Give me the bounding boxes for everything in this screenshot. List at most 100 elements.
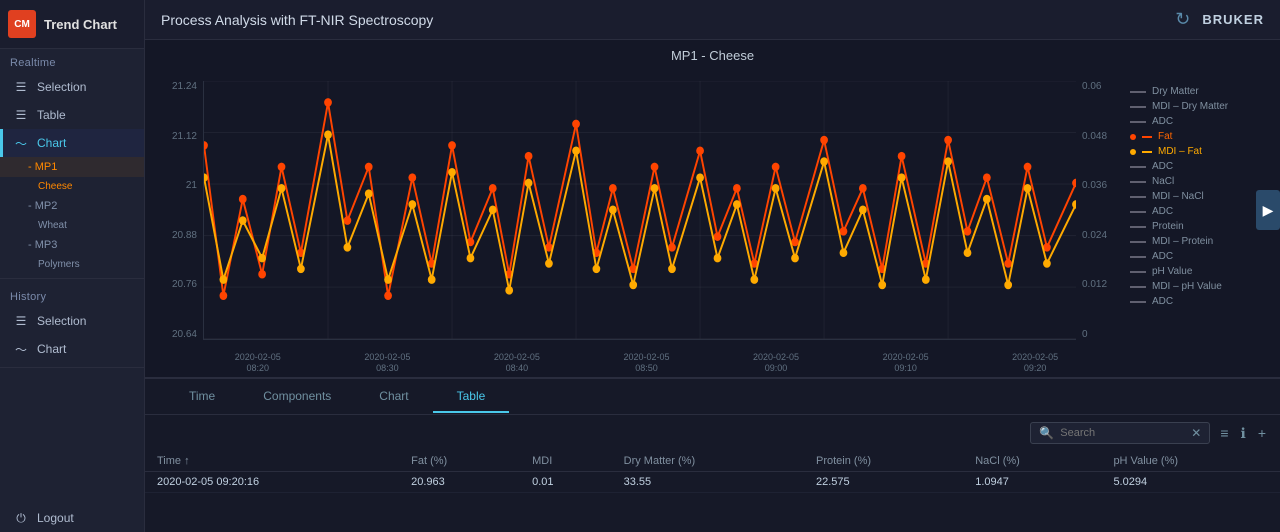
x-label-3: 2020-02-0508:40 (494, 352, 540, 375)
legend-protein[interactable]: Protein (1130, 220, 1252, 233)
refresh-icon[interactable]: ↻ (1175, 9, 1190, 30)
sidebar-item-realtime-table[interactable]: ☰ Table (0, 101, 144, 129)
sidebar-item-history-selection[interactable]: ☰ Selection (0, 307, 144, 335)
x-label-1: 2020-02-0508:20 (235, 352, 281, 375)
col-header-time[interactable]: Time ↑ (145, 451, 399, 472)
x-axis: 2020-02-0508:20 2020-02-0508:30 2020-02-… (145, 350, 1100, 377)
tab-components[interactable]: Components (239, 381, 355, 413)
cell-dry-matter: 33.55 (612, 472, 804, 493)
sidebar: CM Trend Chart Realtime ☰ Selection ☰ Ta… (0, 0, 145, 532)
legend-adc-5[interactable]: ADC (1130, 295, 1252, 308)
cell-ph: 5.0294 (1101, 472, 1280, 493)
col-header-dry-matter[interactable]: Dry Matter (%) (612, 451, 804, 472)
sidebar-item-label: Chart (37, 342, 66, 356)
tab-bar: Time Components Chart Table (145, 379, 1280, 415)
grid-icon: ☰ (13, 79, 29, 95)
legend-nacl[interactable]: NaCl (1130, 175, 1252, 188)
info-icon[interactable]: ℹ (1238, 423, 1247, 444)
app-title: Trend Chart (44, 17, 117, 32)
sidebar-sub-mp2-wheat[interactable]: Wheat (0, 216, 144, 235)
table-icon: ☰ (13, 107, 29, 123)
sidebar-sub-mp3-polymers[interactable]: Polymers (0, 255, 144, 274)
cell-time: 2020-02-05 09:20:16 (145, 472, 399, 493)
x-label-7: 2020-02-0509:20 (1012, 352, 1058, 375)
legend-mdi-fat[interactable]: MDI – Fat (1130, 145, 1252, 158)
page-title: Process Analysis with FT-NIR Spectroscop… (161, 12, 433, 28)
sidebar-item-label: Selection (37, 314, 86, 328)
legend-adc-2[interactable]: ADC (1130, 160, 1252, 173)
legend-mdi-dry-matter[interactable]: MDI – Dry Matter (1130, 100, 1252, 113)
legend-ph[interactable]: pH Value (1130, 265, 1252, 278)
tab-time[interactable]: Time (165, 381, 239, 413)
main-content: Process Analysis with FT-NIR Spectroscop… (145, 0, 1280, 532)
legend-mdi-ph[interactable]: MDI – pH Value (1130, 280, 1252, 293)
sidebar-sub-mp1-cheese[interactable]: Cheese (0, 177, 144, 196)
logo-bar: CM Trend Chart (0, 0, 144, 49)
cell-mdi: 0.01 (520, 472, 612, 493)
chart-wrapper: 21.24 21.12 21 20.88 20.76 20.64 (155, 81, 1280, 340)
chart-icon: 〜 (13, 135, 29, 151)
legend-adc-3[interactable]: ADC (1130, 205, 1252, 218)
mp2-label: - MP2 (28, 200, 57, 212)
sidebar-item-label: Table (37, 108, 66, 122)
mp1-label: - MP1 (28, 161, 57, 173)
table-toolbar: 🔍 ✕ ≡ ℹ + (145, 415, 1280, 451)
legend-mdi-protein[interactable]: MDI – Protein (1130, 235, 1252, 248)
sidebar-item-realtime-selection[interactable]: ☰ Selection (0, 73, 144, 101)
filter-icon[interactable]: ≡ (1218, 423, 1230, 443)
realtime-section-label: Realtime (0, 49, 144, 73)
col-header-fat[interactable]: Fat (%) (399, 451, 520, 472)
power-icon: ⏻ (13, 510, 29, 526)
chart-area: MP1 - Cheese 21.24 21.12 21 20.88 20.76 … (145, 40, 1280, 532)
bruker-logo: BRUKER (1202, 12, 1264, 27)
legend-dry-matter[interactable]: Dry Matter (1130, 85, 1252, 98)
sidebar-logout-label: Logout (37, 511, 74, 525)
table-row: 2020-02-05 09:20:16 20.963 0.01 33.55 22… (145, 472, 1280, 493)
sidebar-item-logout[interactable]: ⏻ Logout (0, 504, 144, 532)
mp1-cheese-label: Cheese (38, 181, 72, 192)
chart-svg (203, 81, 1076, 340)
chart-icon-history: 〜 (13, 341, 29, 357)
legend-panel: Dry Matter MDI – Dry Matter ADC Fat (1126, 81, 1256, 340)
search-box[interactable]: 🔍 ✕ (1030, 422, 1210, 444)
tab-table[interactable]: Table (433, 381, 510, 413)
cell-nacl: 1.0947 (963, 472, 1101, 493)
x-label-6: 2020-02-0509:10 (883, 352, 929, 375)
x-label-2: 2020-02-0508:30 (364, 352, 410, 375)
chart-next-button[interactable]: ▶ (1256, 190, 1280, 230)
sidebar-sub-mp3[interactable]: - MP3 (0, 235, 144, 255)
legend-adc-4[interactable]: ADC (1130, 250, 1252, 263)
tab-chart[interactable]: Chart (355, 381, 432, 413)
sidebar-item-realtime-chart[interactable]: 〜 Chart (0, 129, 144, 157)
legend-adc-1[interactable]: ADC (1130, 115, 1252, 128)
add-icon[interactable]: + (1256, 423, 1268, 443)
y-axis-right: 0.06 0.048 0.036 0.024 0.012 0 (1076, 81, 1126, 340)
mp2-wheat-label: Wheat (38, 220, 67, 231)
col-header-nacl[interactable]: NaCl (%) (963, 451, 1101, 472)
sidebar-sub-mp2[interactable]: - MP2 (0, 196, 144, 216)
chart-title: MP1 - Cheese (145, 40, 1280, 71)
x-label-5: 2020-02-0509:00 (753, 352, 799, 375)
x-label-4: 2020-02-0508:50 (623, 352, 669, 375)
col-header-ph[interactable]: pH Value (%) (1101, 451, 1280, 472)
header-icons: ↻ BRUKER (1175, 9, 1264, 30)
sidebar-divider-2 (0, 367, 144, 368)
header: Process Analysis with FT-NIR Spectroscop… (145, 0, 1280, 40)
col-header-protein[interactable]: Protein (%) (804, 451, 963, 472)
search-icon: 🔍 (1039, 426, 1054, 440)
sidebar-sub-mp1[interactable]: - MP1 (0, 157, 144, 177)
col-header-mdi[interactable]: MDI (520, 451, 612, 472)
mp3-polymers-label: Polymers (38, 259, 80, 270)
cell-protein: 22.575 (804, 472, 963, 493)
chart-container: 21.24 21.12 21 20.88 20.76 20.64 (145, 71, 1280, 350)
search-input[interactable] (1060, 427, 1185, 439)
app-logo-icon: CM (8, 10, 36, 38)
y-axis-left: 21.24 21.12 21 20.88 20.76 20.64 (155, 81, 203, 340)
sidebar-divider (0, 278, 144, 279)
sidebar-item-history-chart[interactable]: 〜 Chart (0, 335, 144, 363)
legend-fat[interactable]: Fat (1130, 130, 1252, 143)
sidebar-item-label: Selection (37, 80, 86, 94)
search-clear-icon[interactable]: ✕ (1191, 426, 1201, 440)
bottom-area: Time Components Chart Table 🔍 ✕ ≡ ℹ + (145, 377, 1280, 532)
legend-mdi-nacl[interactable]: MDI – NaCl (1130, 190, 1252, 203)
